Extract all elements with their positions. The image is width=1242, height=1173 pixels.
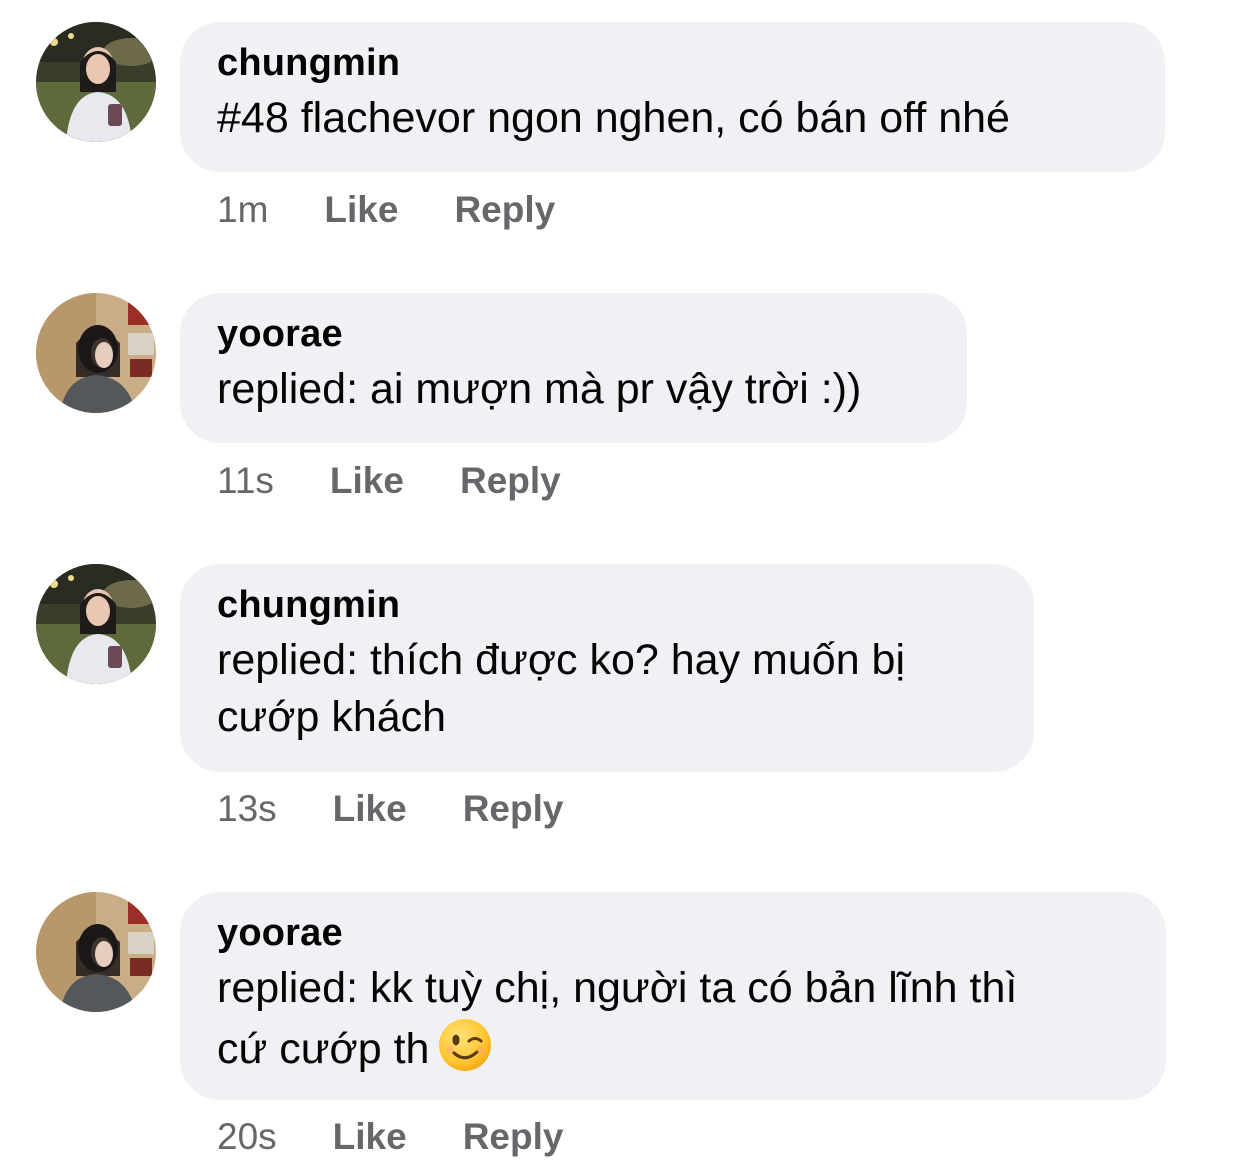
comment-text: replied: ai mượn mà pr vậy trời :)) [217, 365, 862, 413]
comment-timestamp[interactable]: 1m [217, 189, 268, 230]
comment-author[interactable]: chungmin [217, 582, 998, 628]
comment-actions: 20s Like Reply [217, 1115, 563, 1159]
reply-button[interactable]: Reply [463, 788, 564, 829]
reply-button[interactable]: Reply [454, 189, 555, 230]
avatar[interactable] [36, 892, 156, 1012]
comment-timestamp[interactable]: 11s [217, 460, 274, 501]
like-button[interactable]: Like [333, 788, 407, 829]
comment-text-line: cướp khách [217, 693, 447, 741]
avatar[interactable] [36, 564, 156, 684]
comment-bubble[interactable]: chungmin #48 flachevor ngon nghen, có bá… [180, 22, 1165, 172]
winking-face-emoji-icon [437, 1017, 493, 1073]
comment-bubble[interactable]: yoorae replied: kk tuỳ chị, người ta có … [180, 892, 1166, 1100]
comment-text-line: replied: thích được ko? hay muốn bị [217, 636, 906, 684]
comment-author[interactable]: yoorae [217, 311, 931, 357]
like-button[interactable]: Like [333, 1116, 407, 1157]
reply-button[interactable]: Reply [463, 1116, 564, 1157]
comment-text: #48 flachevor ngon nghen, có bán off nhé [217, 94, 1010, 142]
comment-bubble[interactable]: chungmin replied: thích được ko? hay muố… [180, 564, 1034, 772]
like-button[interactable]: Like [324, 189, 398, 230]
avatar[interactable] [36, 22, 156, 142]
comment-actions: 1m Like Reply [217, 188, 555, 232]
comment-text-line: cứ cướp th [217, 1025, 430, 1073]
comment-timestamp[interactable]: 13s [217, 788, 277, 829]
comment-text: replied: thích được ko? hay muốn bị cướp… [217, 632, 998, 746]
reply-button[interactable]: Reply [460, 460, 561, 501]
comment-author[interactable]: yoorae [217, 910, 1130, 956]
comment-timestamp[interactable]: 20s [217, 1116, 277, 1157]
comment-text: replied: kk tuỳ chị, người ta có bản lĩn… [217, 960, 1130, 1078]
comment-author[interactable]: chungmin [217, 40, 1129, 86]
comment-actions: 13s Like Reply [217, 787, 563, 831]
avatar[interactable] [36, 293, 156, 413]
comment-bubble[interactable]: yoorae replied: ai mượn mà pr vậy trời :… [180, 293, 967, 443]
comment-actions: 11s Like Reply [217, 459, 561, 503]
comment-text-line: replied: kk tuỳ chị, người ta có bản lĩn… [217, 964, 1018, 1012]
like-button[interactable]: Like [330, 460, 404, 501]
